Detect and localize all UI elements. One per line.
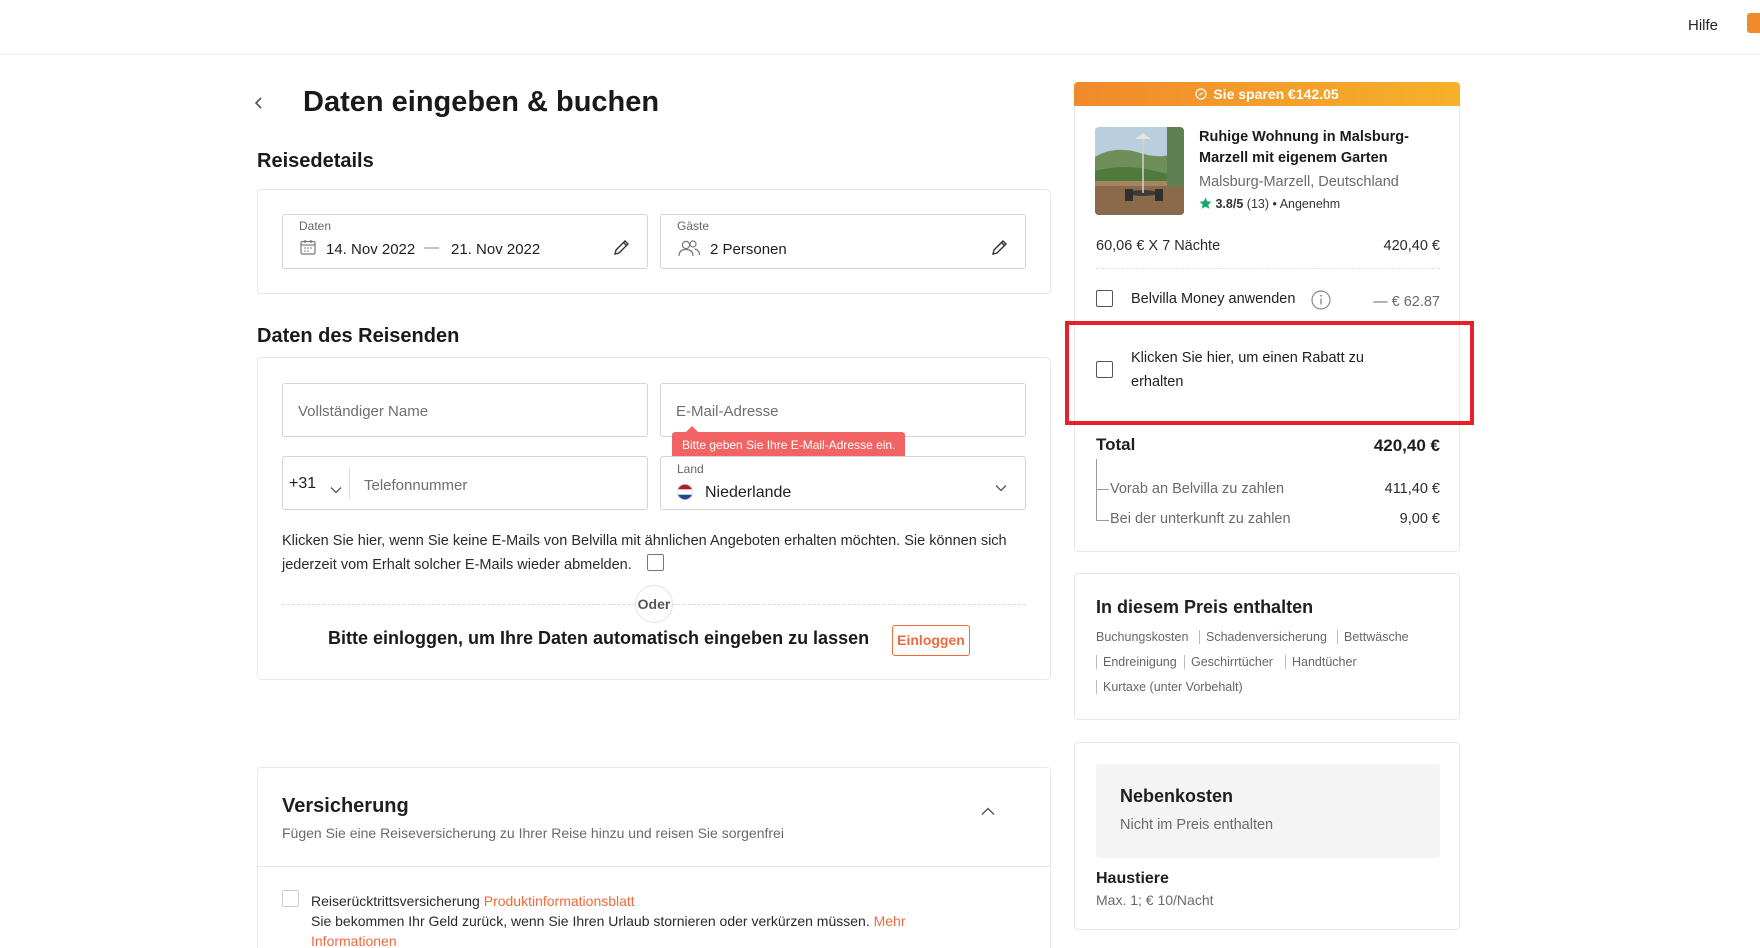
discount-highlight-box <box>1065 321 1474 425</box>
calendar-icon <box>300 239 316 260</box>
netherlands-flag-icon <box>677 484 693 505</box>
included-item: Handtücher <box>1285 655 1357 669</box>
prepay-label: Vorab an Belvilla zu zahlen <box>1110 481 1285 497</box>
country-select[interactable]: Land Niederlande <box>660 456 1026 510</box>
country-chevron-down-icon[interactable] <box>995 479 1007 497</box>
onsite-label: Bei der unterkunft zu zahlen <box>1110 511 1291 527</box>
belvilla-money-label: Belvilla Money anwenden <box>1131 291 1296 307</box>
dates-field[interactable]: Daten 14. Nov 2022 — 21. Nov 2022 <box>282 214 648 269</box>
extras-title: Nebenkosten <box>1120 786 1234 806</box>
extras-header-box <box>1096 764 1440 858</box>
end-date: 21. Nov 2022 <box>451 241 541 258</box>
price-divider <box>1096 268 1440 269</box>
phone-prefix-chevron-down-icon[interactable] <box>330 481 342 499</box>
extras-subtitle: Nicht im Preis enthalten <box>1120 817 1274 833</box>
cart-badge-icon[interactable] <box>1747 13 1760 33</box>
dates-label: Daten <box>299 219 332 233</box>
email-error-tooltip: Bitte geben Sie Ihre E-Mail-Adresse ein. <box>672 426 906 459</box>
guests-label: Gäste <box>677 219 710 233</box>
included-item: Schadenversicherung <box>1199 630 1327 644</box>
edit-dates-pencil-icon[interactable] <box>613 239 630 261</box>
belvilla-money-checkbox[interactable] <box>1096 290 1113 307</box>
insurance-collapse-chevron-up-icon[interactable] <box>981 803 995 821</box>
start-date: 14. Nov 2022 <box>326 241 416 258</box>
included-card <box>1074 573 1460 720</box>
included-item: Endreinigung <box>1096 655 1177 669</box>
login-prompt: Bitte einloggen, um Ihre Daten automatis… <box>328 628 870 648</box>
included-item: Kurtaxe (unter Vorbehalt) <box>1096 680 1243 694</box>
help-link[interactable]: Hilfe <box>1688 17 1718 34</box>
rating-count: (13) <box>1246 197 1270 211</box>
login-button[interactable]: Einloggen <box>892 625 970 656</box>
phone-placeholder[interactable]: Telefonnummer <box>364 477 467 494</box>
breakdown-tree-line <box>1096 459 1097 521</box>
insurance-subtitle: Fügen Sie eine Reiseversicherung zu Ihre… <box>282 825 784 841</box>
included-item: Buchungskosten <box>1096 630 1189 644</box>
savings-banner: Sie sparen €142.05 <box>1074 82 1460 106</box>
country-value: Niederlande <box>705 484 792 501</box>
date-separator: — <box>424 239 439 256</box>
nights-price-value: 420,40 € <box>1383 238 1440 254</box>
phone-divider <box>349 467 350 499</box>
belvilla-money-value: — € 62.87 <box>1373 294 1440 310</box>
savings-icon <box>1195 88 1207 100</box>
travel-insurance-checkbox[interactable] <box>282 890 299 907</box>
guests-value: 2 Personen <box>710 241 787 258</box>
pets-detail: Max. 1; € 10/Nacht <box>1096 892 1214 908</box>
top-bar <box>0 0 1760 55</box>
rating-dot: • <box>1272 197 1277 211</box>
prepay-value: 411,40 € <box>1384 481 1440 497</box>
included-item: Geschirrtücher <box>1184 655 1273 669</box>
nights-price-label: 60,06 € X 7 Nächte <box>1096 238 1221 254</box>
total-label: Total <box>1096 435 1136 454</box>
travel-insurance-title: Reiserücktrittsversicherung <box>311 893 480 909</box>
page-title: Daten eingeben & buchen <box>303 86 660 118</box>
email-placeholder: E-Mail-Adresse <box>676 403 779 420</box>
trip-details-heading: Reisedetails <box>257 150 374 172</box>
property-location: Malsburg-Marzell, Deutschland <box>1199 174 1399 190</box>
rating-label: Angenehm <box>1279 197 1341 211</box>
newsletter-optout-checkbox[interactable] <box>647 554 664 571</box>
savings-text: Sie sparen €142.05 <box>1213 86 1339 102</box>
insurance-title: Versicherung <box>282 795 409 817</box>
onsite-value: 9,00 € <box>1399 511 1440 527</box>
breakdown-branch-2 <box>1096 520 1109 521</box>
insurance-divider <box>258 866 1050 867</box>
property-thumbnail[interactable] <box>1095 127 1184 215</box>
back-arrow-icon[interactable] <box>252 96 266 110</box>
rating-score: 3.8/5 <box>1215 197 1244 211</box>
edit-guests-pencil-icon[interactable] <box>991 239 1008 261</box>
property-rating: 3.8/5 (13) • Angenehm <box>1199 197 1340 211</box>
country-label: Land <box>677 462 704 476</box>
or-label: Oder <box>635 585 673 623</box>
email-field[interactable]: E-Mail-Adresse <box>660 383 1026 437</box>
pets-title: Haustiere <box>1096 870 1169 887</box>
traveler-details-heading: Daten des Reisenden <box>257 325 460 347</box>
guests-icon <box>677 239 701 262</box>
travel-insurance-description: Sie bekommen Ihr Geld zurück, wenn Sie I… <box>311 913 870 929</box>
full-name-placeholder: Vollständiger Name <box>298 403 429 420</box>
product-info-link[interactable]: Produktinformationsblatt <box>484 893 635 909</box>
breakdown-branch-1 <box>1096 489 1109 490</box>
rating-star-icon <box>1199 197 1212 209</box>
included-title: In diesem Preis enthalten <box>1096 597 1314 617</box>
total-value: 420,40 € <box>1373 436 1440 455</box>
phone-field[interactable]: +31 Telefonnummer <box>282 456 648 510</box>
travel-insurance-item: Reiserücktrittsversicherung Produktinfor… <box>311 891 951 948</box>
guests-field[interactable]: Gäste 2 Personen <box>660 214 1026 269</box>
phone-prefix[interactable]: +31 <box>289 475 316 493</box>
full-name-field[interactable]: Vollständiger Name <box>282 383 648 437</box>
property-title[interactable]: Ruhige Wohnung in Malsburg-Marzell mit e… <box>1199 127 1439 169</box>
included-item: Bettwäsche <box>1337 630 1409 644</box>
